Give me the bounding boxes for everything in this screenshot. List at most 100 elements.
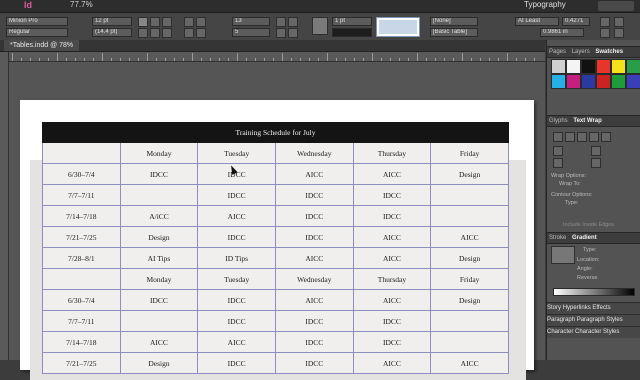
merge-cells-icon[interactable] <box>276 17 286 27</box>
table-cell[interactable]: IDCC <box>197 352 276 374</box>
wrap-bounding-box-icon[interactable] <box>565 132 575 142</box>
table-cell[interactable]: IDCC <box>274 310 354 332</box>
table-cell[interactable]: 7/21–7/25 <box>42 226 121 248</box>
swatch[interactable] <box>566 74 581 89</box>
tab-swatches[interactable]: Swatches <box>593 49 625 55</box>
table-cell[interactable]: Design <box>119 352 199 374</box>
table-cell[interactable]: IDCC <box>197 163 276 185</box>
wrap-offset-icon[interactable] <box>553 146 563 156</box>
stroke-proxy-icon[interactable] <box>312 17 328 35</box>
inset-bottom-icon[interactable] <box>614 17 624 27</box>
align-middle-icon[interactable] <box>150 28 160 38</box>
table-cell[interactable]: A/iCC <box>119 205 199 227</box>
tab-paragraph[interactable]: Paragraph <box>547 317 575 323</box>
wrap-offset-icon-3[interactable] <box>553 158 563 168</box>
wrap-offset-icon-4[interactable] <box>591 158 601 168</box>
font-style-field[interactable]: Regular <box>6 28 68 37</box>
document-tab[interactable]: *Tables.indd @ 78% <box>4 40 80 51</box>
table-cell[interactable]: 6/30–7/4 <box>42 289 121 311</box>
rotate-text-icon[interactable] <box>184 17 194 27</box>
table-cell[interactable]: AICC <box>352 289 432 311</box>
table-cell[interactable]: Thursday <box>352 142 432 164</box>
tab-hyperlinks[interactable]: Hyperlinks <box>563 305 591 311</box>
table-cell[interactable]: IDCC <box>352 184 432 206</box>
table-cell[interactable]: IDCC <box>274 331 354 353</box>
horizontal-ruler[interactable] <box>8 52 545 62</box>
no-wrap-icon[interactable] <box>553 132 563 142</box>
table-cell[interactable]: IDCC <box>352 205 432 227</box>
tab-glyphs[interactable]: Glyphs <box>547 118 570 124</box>
swatch[interactable] <box>596 74 611 89</box>
wrap-offset-icon-2[interactable] <box>591 146 601 156</box>
rows-field[interactable]: 13 <box>232 17 270 26</box>
swatch[interactable] <box>626 74 640 89</box>
table-cell[interactable]: AICC <box>352 163 432 185</box>
swatch[interactable] <box>581 59 596 74</box>
search-field[interactable] <box>598 1 634 11</box>
align-bottom-icon[interactable] <box>162 28 172 38</box>
rotate-text-90-icon[interactable] <box>196 17 206 27</box>
font-size-field[interactable]: 12 pt <box>92 17 132 26</box>
table-cell[interactable]: IDCC <box>119 163 199 185</box>
tab-layers[interactable]: Layers <box>570 49 592 55</box>
table-cell[interactable]: AICC <box>352 226 432 248</box>
rotate-text-180-icon[interactable] <box>184 28 194 38</box>
table-cell[interactable]: AICC <box>274 289 354 311</box>
swatch[interactable] <box>611 74 626 89</box>
table-cell[interactable] <box>42 142 121 164</box>
vertical-ruler[interactable] <box>0 52 9 360</box>
tab-character[interactable]: Character <box>547 329 573 335</box>
table-cell[interactable]: 7/14–7/18 <box>42 331 121 353</box>
tab-text-wrap[interactable]: Text Wrap <box>571 118 603 124</box>
table-cell[interactable]: Design <box>430 247 509 269</box>
gradient-reverse-label[interactable]: Reverse <box>577 275 597 281</box>
stroke-weight-field[interactable]: 1 pt <box>332 17 372 26</box>
table-cell[interactable]: IDCC <box>274 226 354 248</box>
swatch[interactable] <box>596 59 611 74</box>
table-cell[interactable]: 7/7–7/11 <box>42 184 121 206</box>
schedule-table[interactable]: Training Schedule for July Monday Tuesday… <box>42 122 509 374</box>
tab-paragraph-styles[interactable]: Paragraph Styles <box>577 317 623 323</box>
table-cell[interactable]: IDCC <box>274 205 354 227</box>
swatch[interactable] <box>581 74 596 89</box>
table-cell[interactable]: Wednesday <box>274 268 354 290</box>
tab-effects[interactable]: Effects <box>592 305 610 311</box>
table-cell[interactable]: AICC <box>352 352 432 374</box>
table-cell[interactable]: IDCC <box>119 289 199 311</box>
table-cell[interactable]: Design <box>430 289 509 311</box>
tab-stroke[interactable]: Stroke <box>547 235 568 241</box>
split-vertical-icon[interactable] <box>288 28 298 38</box>
table-cell[interactable]: IDCC <box>274 352 354 374</box>
swatch[interactable] <box>626 59 640 74</box>
cell-style-field[interactable]: [None] <box>430 17 478 26</box>
table-cell[interactable]: Monday <box>119 268 199 290</box>
none-swatch-icon[interactable] <box>551 59 566 74</box>
align-right-icon[interactable] <box>162 17 172 27</box>
wrap-object-shape-icon[interactable] <box>577 132 587 142</box>
jump-next-column-icon[interactable] <box>601 132 611 142</box>
table-title[interactable]: Training Schedule for July <box>42 122 509 143</box>
table-cell[interactable]: 7/21–7/25 <box>42 352 121 374</box>
split-horizontal-icon[interactable] <box>276 28 286 38</box>
tab-character-styles[interactable]: Character Styles <box>575 329 619 335</box>
table-cell[interactable]: Monday <box>119 142 199 164</box>
rotate-text-270-icon[interactable] <box>196 28 206 38</box>
stroke-type-field[interactable] <box>332 28 372 37</box>
columns-field[interactable]: 5 <box>232 28 270 37</box>
gradient-ramp[interactable] <box>553 288 635 296</box>
swatch[interactable] <box>611 59 626 74</box>
table-cell[interactable] <box>119 310 199 332</box>
table-cell[interactable]: Tuesday <box>197 142 276 164</box>
align-center-icon[interactable] <box>150 17 160 27</box>
table-cell[interactable]: IDCC <box>352 310 432 332</box>
table-cell[interactable]: AICC <box>352 247 432 269</box>
table-cell[interactable] <box>42 268 121 290</box>
table-style-field[interactable]: [Basic Table] <box>430 28 478 37</box>
table-cell[interactable]: IDCC <box>197 289 276 311</box>
table-cell[interactable]: Friday <box>430 268 509 290</box>
table-cell[interactable]: Wednesday <box>274 142 354 164</box>
include-inside-edges[interactable]: Include Inside Edges <box>563 222 614 228</box>
table-cell[interactable]: Friday <box>430 142 509 164</box>
column-width-field[interactable]: 0.9861 in <box>540 28 584 37</box>
table-cell[interactable] <box>430 184 509 206</box>
